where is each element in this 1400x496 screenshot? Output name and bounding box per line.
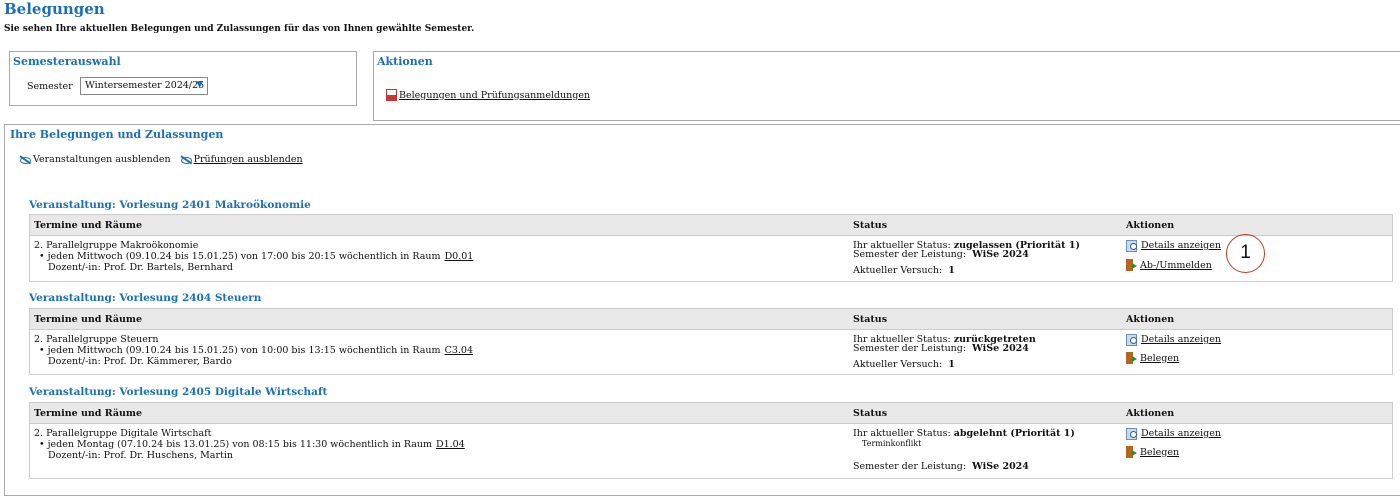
details-button[interactable]: Details anzeigen [1126,334,1221,346]
semester-prefix: Semester der Leistung: [853,343,967,354]
course-lecturer: Dozent/-in: Prof. Dr. Huschens, Martin [48,450,233,461]
course-title: Veranstaltung: Vorlesung 2404 Steuern [29,292,262,304]
course-lecturer: Dozent/-in: Prof. Dr. Bartels, Bernhard [48,262,233,273]
schedule-text: jeden Montag (07.10.24 bis 13.01.25) von… [47,439,432,450]
attempt-value: 1 [948,265,955,276]
semester-select-value: Wintersemester 2024/25 [85,80,205,91]
course-group: 2. Parallelgruppe Steuern [34,334,159,345]
page-subtitle: Sie sehen Ihre aktuellen Belegungen und … [4,24,475,34]
page-title: Belegungen [4,0,105,18]
course-group: 2. Parallelgruppe Makroökonomie [34,240,199,251]
eye-slash-icon [19,156,31,164]
door-enter-icon [1126,352,1137,364]
hide-courses-label: Veranstaltungen ausblenden [33,154,171,165]
header-status: Status [853,220,888,231]
header-status: Status [853,314,888,325]
header-actions: Aktionen [1126,408,1175,419]
header-actions: Aktionen [1126,220,1175,231]
details-button[interactable]: Details anzeigen [1126,240,1221,252]
details-label: Details anzeigen [1141,240,1221,251]
table-header: Termine und Räume Status Aktionen [30,215,1392,236]
semester-label: Semester [27,81,73,92]
room-link[interactable]: D0.01 [445,251,474,262]
course-table: Termine und Räume Status Aktionen 2. Par… [29,402,1393,479]
header-dates-rooms: Termine und Räume [34,220,142,231]
attempt-prefix: Aktueller Versuch: [853,359,943,370]
annotation-callout-marker: 1 [1226,234,1265,273]
actions-panel-title: Aktionen [377,55,433,68]
details-icon [1126,334,1138,346]
enroll-label: Belegen [1140,446,1180,458]
schedule-text: jeden Mittwoch (09.10.24 bis 15.01.25) v… [47,251,441,262]
schedule-text: jeden Mittwoch (09.10.24 bis 15.01.25) v… [47,345,441,356]
semester-value: WiSe 2024 [972,249,1029,260]
semester-prefix: Semester der Leistung: [853,249,967,260]
semester-panel-title: Semesterauswahl [13,55,121,68]
semester-select[interactable]: Wintersemester 2024/25 ▼ [80,77,208,95]
details-label: Details anzeigen [1141,428,1221,439]
course-schedule: jeden Montag (07.10.24 bis 13.01.25) von… [39,439,465,450]
status-note: Terminkonflikt [862,439,922,448]
door-enter-icon [1126,446,1137,458]
unregister-button[interactable]: Ab-/Ummelden [1126,259,1212,271]
semester-line: Semester der Leistung: WiSe 2024 [853,249,1029,260]
enrollments-panel-title: Ihre Belegungen und Zulassungen [10,128,224,141]
attempt-line: Aktueller Versuch: 1 [853,359,955,370]
pdf-report-link[interactable]: Belegungen und Prüfungsanmeldungen [386,89,590,101]
hide-exams-toggle[interactable]: Prüfungen ausblenden [180,154,303,165]
table-header: Termine und Räume Status Aktionen [30,403,1392,424]
details-button[interactable]: Details anzeigen [1126,428,1221,440]
enroll-label: Belegen [1140,352,1180,364]
attempt-value: 1 [948,359,955,370]
pdf-report-link-label: Belegungen und Prüfungsanmeldungen [399,89,591,101]
header-dates-rooms: Termine und Räume [34,314,142,325]
details-label: Details anzeigen [1141,334,1221,345]
semester-selection-panel: Semesterauswahl Semester Wintersemester … [9,51,357,106]
eye-slash-icon [180,156,192,164]
status-line: Ihr aktueller Status: abgelehnt (Priorit… [853,428,1075,439]
course-schedule: jeden Mittwoch (09.10.24 bis 15.01.25) v… [39,251,474,262]
header-actions: Aktionen [1126,314,1175,325]
course-table: Termine und Räume Status Aktionen 2. Par… [29,308,1393,375]
hide-exams-label: Prüfungen ausblenden [193,154,303,165]
room-link[interactable]: D1.04 [436,439,465,450]
actions-panel: Aktionen Belegungen und Prüfungsanmeldun… [373,51,1400,121]
status-value: abgelehnt (Priorität 1) [953,428,1075,439]
course-title: Veranstaltung: Vorlesung 2405 Digitale W… [29,386,328,398]
semester-line: Semester der Leistung: WiSe 2024 [853,461,1029,472]
pdf-icon [386,89,397,101]
door-exit-icon [1126,259,1137,271]
semester-value: WiSe 2024 [972,343,1029,354]
enroll-button[interactable]: Belegen [1126,352,1179,364]
semester-value: WiSe 2024 [972,461,1029,472]
semester-prefix: Semester der Leistung: [853,461,967,472]
enroll-button[interactable]: Belegen [1126,446,1179,458]
unregister-label: Ab-/Ummelden [1140,259,1212,271]
semester-line: Semester der Leistung: WiSe 2024 [853,343,1029,354]
room-link[interactable]: C3.04 [445,345,473,356]
status-prefix: Ihr aktueller Status: [853,428,951,439]
header-dates-rooms: Termine und Räume [34,408,142,419]
table-header: Termine und Räume Status Aktionen [30,309,1392,330]
hide-courses-toggle[interactable]: Veranstaltungen ausblenden [19,154,171,165]
course-lecturer: Dozent/-in: Prof. Dr. Kämmerer, Bardo [48,356,232,367]
details-icon [1126,240,1138,252]
header-status: Status [853,408,888,419]
course-title: Veranstaltung: Vorlesung 2401 Makroökono… [29,199,311,211]
details-icon [1126,428,1138,440]
chevron-down-icon: ▼ [196,80,203,90]
course-schedule: jeden Mittwoch (09.10.24 bis 15.01.25) v… [39,345,473,356]
attempt-prefix: Aktueller Versuch: [853,265,943,276]
course-table: Termine und Räume Status Aktionen 2. Par… [29,214,1393,282]
course-group: 2. Parallelgruppe Digitale Wirtschaft [34,428,212,439]
attempt-line: Aktueller Versuch: 1 [853,265,955,276]
